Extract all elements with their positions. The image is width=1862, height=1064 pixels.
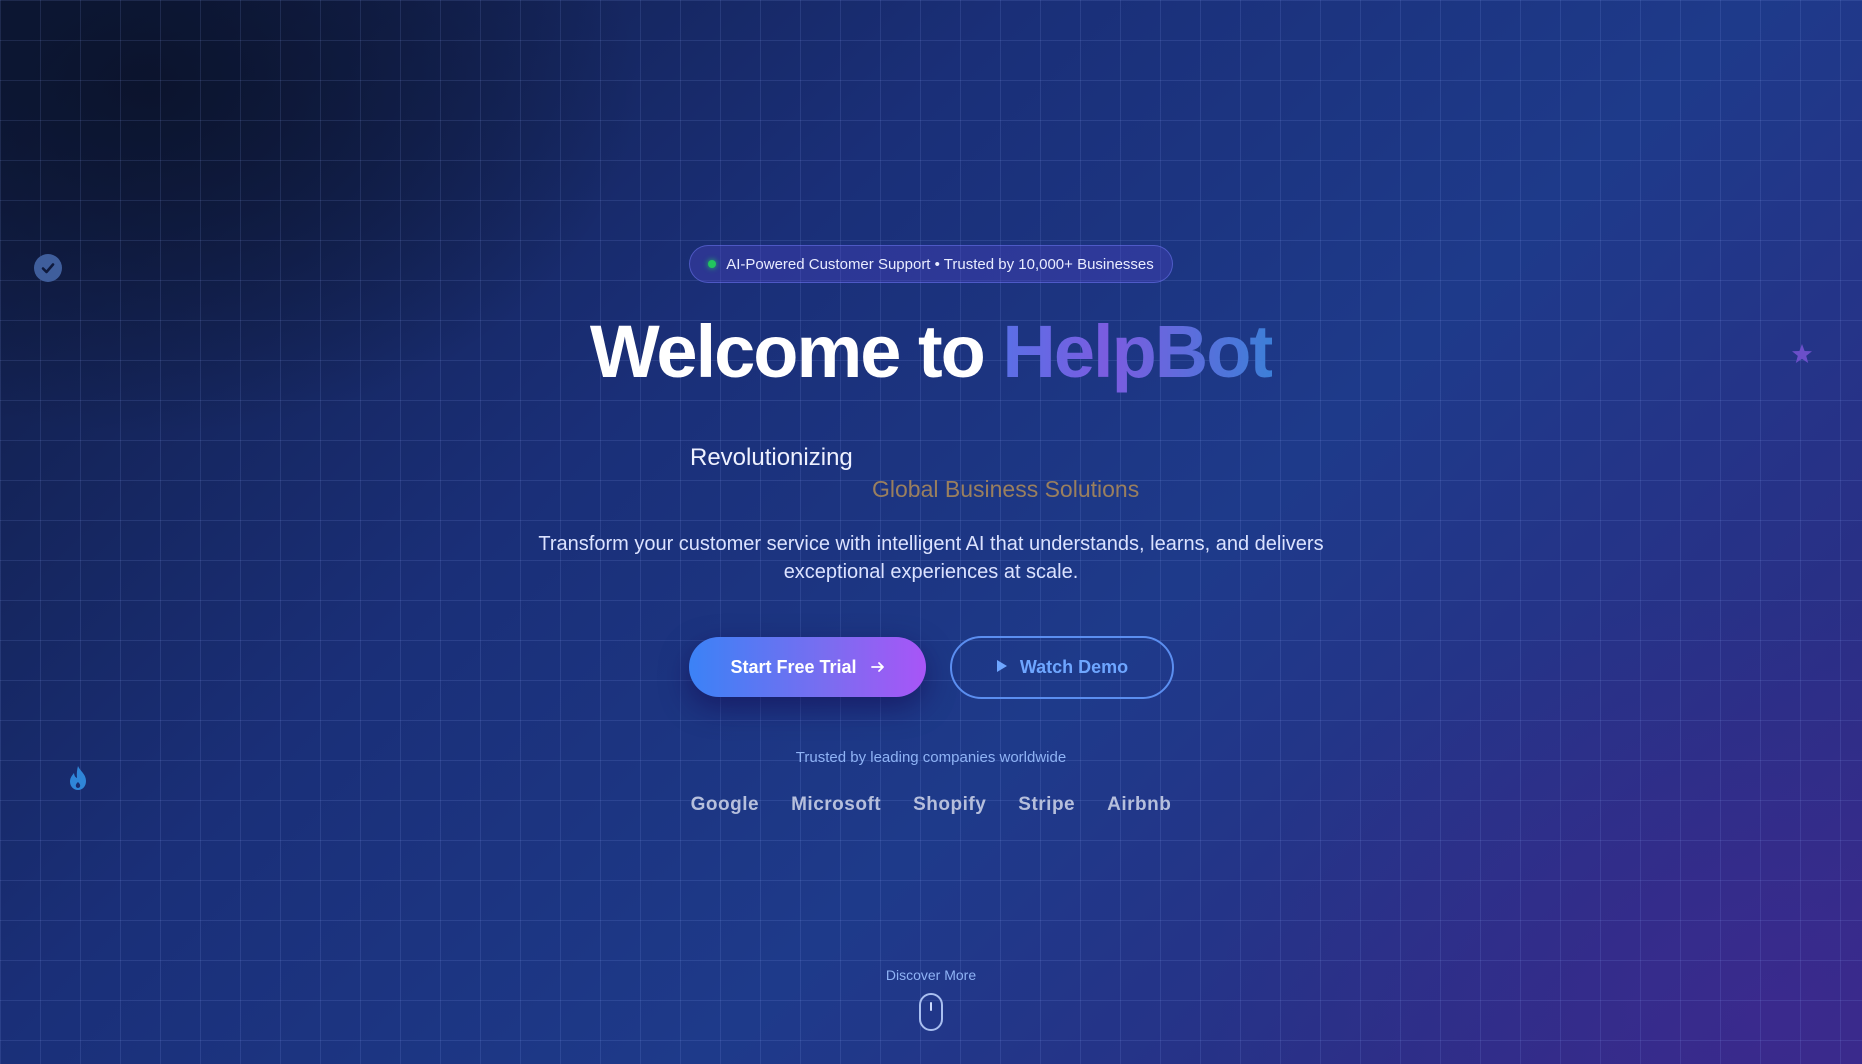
hero-description: Transform your customer service with int… <box>538 533 1324 583</box>
rotating-phrase-text: Global Business Solutions <box>872 476 1140 502</box>
start-free-trial-button[interactable]: Start Free Trial <box>689 637 926 697</box>
status-dot-icon <box>708 260 717 268</box>
company-logo-google: Google <box>690 794 760 815</box>
discover-more-link[interactable]: Discover More <box>0 967 1862 983</box>
title-prefix: Welcome to <box>589 310 1003 393</box>
start-free-trial-label: Start Free Trial <box>730 656 857 677</box>
watch-demo-label: Watch Demo <box>1019 657 1129 677</box>
brand-name: HelpBot <box>1002 310 1274 393</box>
play-icon <box>996 657 1008 678</box>
company-logo-stripe: Stripe <box>1018 794 1076 815</box>
hero-section: AI-Powered Customer Support • Trusted by… <box>0 0 1862 1064</box>
page-title: Welcome to HelpBot <box>0 312 1862 392</box>
trusted-caption: Trusted by leading companies worldwide <box>795 749 1067 766</box>
mouse-wheel <box>930 1002 932 1011</box>
company-logo-microsoft: Microsoft <box>791 794 882 815</box>
watch-demo-button[interactable]: Watch Demo <box>950 636 1174 699</box>
rotating-lead-text: Revolutionizing <box>690 444 853 471</box>
mouse-scroll-icon[interactable] <box>919 993 943 1031</box>
announcement-badge: AI-Powered Customer Support • Trusted by… <box>689 245 1173 283</box>
company-logo-airbnb: Airbnb <box>1107 794 1172 815</box>
badge-text: AI-Powered Customer Support • Trusted by… <box>726 255 1154 273</box>
company-logo-shopify: Shopify <box>913 794 987 815</box>
company-logos: Google Microsoft Shopify Stripe Airbnb <box>0 794 1862 816</box>
arrow-right-icon <box>870 657 885 678</box>
